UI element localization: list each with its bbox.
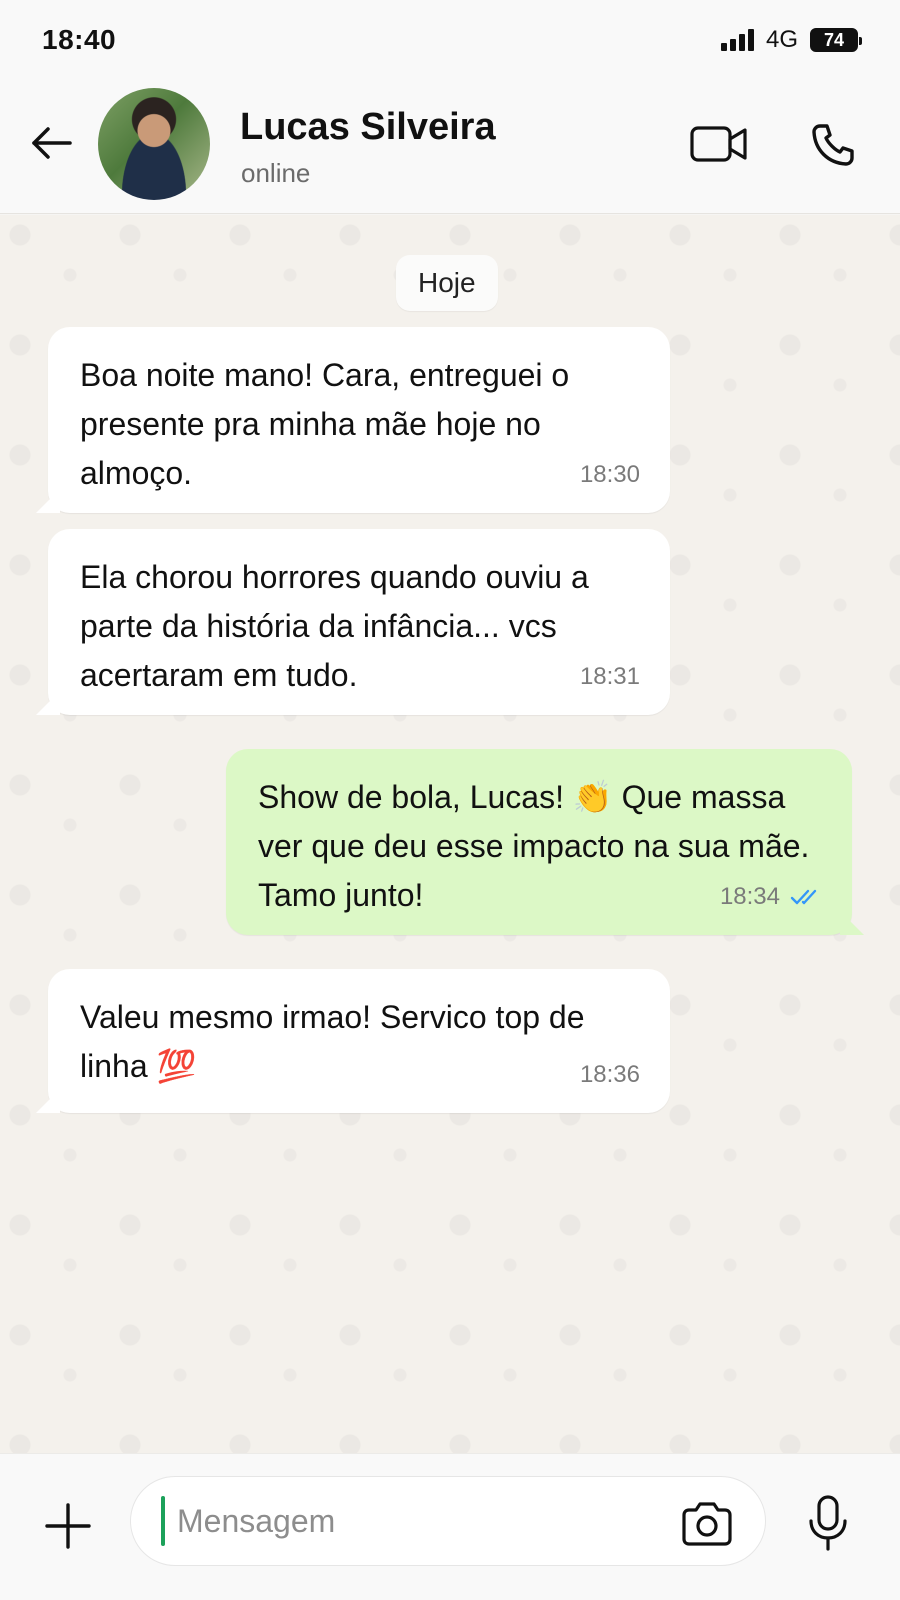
message-bubble-incoming[interactable]: Boa noite mano! Cara, entreguei o presen… xyxy=(36,327,670,513)
attach-button[interactable] xyxy=(40,1498,96,1554)
message-text: Valeu mesmo irmao! Servico top de linha … xyxy=(80,999,585,1084)
battery-icon: 74 xyxy=(810,28,862,52)
bubble-tail xyxy=(840,911,864,935)
camera-icon xyxy=(682,1502,732,1546)
contact-avatar[interactable] xyxy=(98,88,210,200)
camera-button[interactable] xyxy=(676,1496,738,1552)
message-input[interactable] xyxy=(177,1502,647,1540)
double-check-read-icon xyxy=(790,889,817,904)
message-meta: 18:31 xyxy=(580,652,640,701)
bubble-tail xyxy=(36,489,60,513)
message-time: 18:34 xyxy=(719,883,780,910)
date-separator: Hoje xyxy=(396,255,498,311)
message-field[interactable] xyxy=(130,1476,766,1566)
signal-icon xyxy=(720,29,754,51)
microphone-icon xyxy=(809,1495,847,1551)
message-text: Ela chorou horrores quando ouviu a parte… xyxy=(80,559,589,693)
network-type: 4G xyxy=(765,26,798,53)
message-meta: 18:30 xyxy=(580,450,640,499)
composer-bar xyxy=(0,1453,900,1600)
plus-icon xyxy=(45,1503,91,1549)
voice-call-button[interactable] xyxy=(806,118,860,172)
status-time: 18:40 xyxy=(42,24,117,55)
status-indicators: 4G 74 xyxy=(720,26,862,54)
message-meta: 18:36 xyxy=(580,1050,640,1099)
bubble-tail xyxy=(36,691,60,715)
back-button[interactable] xyxy=(28,120,74,166)
chat-header: Lucas Silveira online xyxy=(0,80,900,214)
message-time: 18:36 xyxy=(579,1061,640,1088)
video-call-icon xyxy=(690,126,747,162)
contact-name[interactable]: Lucas Silveira xyxy=(240,106,496,149)
message-text: Boa noite mano! Cara, entreguei o presen… xyxy=(80,357,570,491)
battery-level: 74 xyxy=(823,29,845,50)
message-bubble-incoming[interactable]: Valeu mesmo irmao! Servico top de linha … xyxy=(36,969,670,1113)
message-meta: 18:34 xyxy=(720,872,822,921)
bubble-tail xyxy=(36,1089,60,1113)
status-bar: 18:40 4G 74 xyxy=(0,0,900,80)
message-time: 18:31 xyxy=(579,663,640,690)
message-bubble-outgoing[interactable]: Show de bola, Lucas! 👏 Que massa ver que… xyxy=(226,749,864,935)
contact-status: online xyxy=(241,158,311,188)
back-arrow-icon xyxy=(32,127,72,159)
message-time: 18:30 xyxy=(579,461,640,488)
phone-icon xyxy=(812,124,854,166)
message-bubble-incoming[interactable]: Ela chorou horrores quando ouviu a parte… xyxy=(36,529,670,715)
chat-messages-area[interactable]: Hoje Boa noite mano! Cara, entreguei o p… xyxy=(0,215,900,1453)
voice-message-button[interactable] xyxy=(800,1488,856,1558)
video-call-button[interactable] xyxy=(688,120,750,168)
